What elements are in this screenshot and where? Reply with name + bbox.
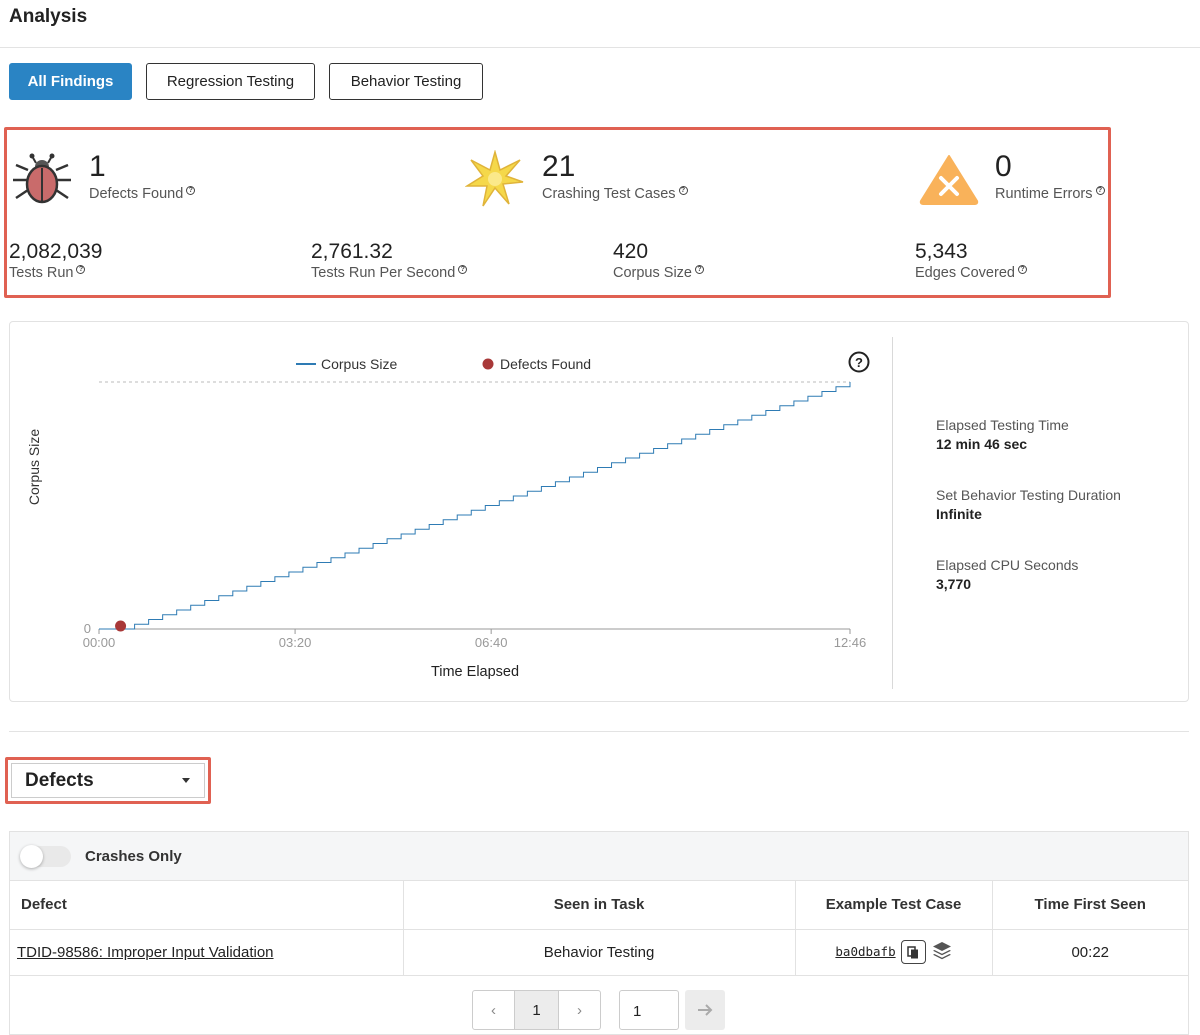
defect-found-point — [115, 620, 127, 632]
go-to-page-button[interactable] — [685, 990, 725, 1030]
behavior-duration-label: Set Behavior Testing Duration — [936, 487, 1121, 503]
stats-summary: 1 Defects Found? 21 Crashing Test Cases?… — [4, 127, 1111, 298]
filter-bar: Crashes Only — [10, 832, 1188, 881]
page-jump-input[interactable]: 1 — [619, 990, 679, 1030]
page-title: Analysis — [9, 6, 88, 27]
help-icon[interactable]: ? — [1095, 186, 1105, 195]
next-page-button[interactable]: › — [558, 990, 601, 1030]
layers-icon[interactable] — [932, 941, 952, 964]
crashes-only-toggle[interactable] — [20, 845, 71, 868]
legend-defects-dot — [482, 358, 494, 370]
elapsed-cpu-seconds-label: Elapsed CPU Seconds — [936, 557, 1079, 573]
findings-tabs: All Findings Regression Testing Behavior… — [9, 63, 497, 100]
behavior-duration-value: Infinite — [936, 506, 982, 522]
elapsed-cpu-seconds-value: 3,770 — [936, 576, 972, 592]
x-tick-label: 12:46 — [834, 635, 867, 650]
tests-run-value: 2,082,039 — [9, 240, 103, 263]
time-first-seen-cell: 00:22 — [992, 929, 1188, 976]
chart-divider — [892, 337, 893, 689]
tab-regression-testing[interactable]: Regression Testing — [146, 63, 315, 100]
corpus-size-label: Corpus Size — [613, 265, 692, 281]
edges-covered-label: Edges Covered — [915, 265, 1015, 281]
corpus-size-chart: Corpus Size Defects Found ? Corpus Size … — [26, 351, 870, 680]
prev-page-button[interactable]: ‹ — [472, 990, 515, 1030]
table-header-row: Defect Seen in Task Example Test Case Ti… — [10, 881, 1188, 930]
chart-help-icon[interactable]: ? — [848, 351, 870, 373]
runtime-errors-count: 0 — [995, 150, 1012, 183]
test-case-hash-link[interactable]: ba0dbafb — [835, 944, 895, 959]
defects-dropdown[interactable]: Defects — [11, 763, 205, 798]
x-axis-label: Time Elapsed — [431, 664, 519, 680]
elapsed-testing-time-value: 12 min 46 sec — [936, 436, 1028, 452]
defects-found-label: Defects Found — [89, 186, 184, 202]
help-icon[interactable]: ? — [76, 265, 86, 274]
help-icon[interactable]: ? — [1017, 265, 1027, 274]
help-icon[interactable]: ? — [458, 265, 468, 274]
section-divider — [9, 731, 1189, 732]
crash-burst-icon — [464, 149, 525, 213]
elapsed-testing-time-label: Elapsed Testing Time — [936, 417, 1069, 433]
tab-behavior-testing[interactable]: Behavior Testing — [329, 63, 483, 100]
defects-found-count: 1 — [89, 150, 106, 183]
seen-in-task-cell: Behavior Testing — [403, 929, 796, 976]
legend-defects-label: Defects Found — [500, 356, 591, 372]
corpus-size-value: 420 — [613, 240, 649, 263]
col-header-example-test-case: Example Test Case — [795, 881, 993, 930]
chart-help-glyph: ? — [855, 355, 863, 370]
runtime-errors-label: Runtime Errors — [995, 186, 1093, 202]
pagination: ‹ 1 › — [472, 990, 601, 1030]
legend-corpus-label: Corpus Size — [321, 356, 397, 372]
tests-run-label: Tests Run — [9, 265, 74, 281]
tests-per-second-value: 2,761.32 — [311, 240, 393, 263]
col-header-seen-in-task: Seen in Task — [403, 881, 796, 930]
help-icon[interactable]: ? — [186, 186, 196, 195]
edges-covered-value: 5,343 — [915, 240, 968, 263]
toggle-knob — [20, 845, 43, 868]
bug-icon — [10, 153, 74, 210]
col-header-defect: Defect — [10, 881, 404, 930]
y-tick-label: 0 — [84, 621, 91, 636]
runtime-error-icon — [918, 153, 980, 210]
help-icon[interactable]: ? — [694, 265, 704, 274]
copy-icon[interactable] — [900, 940, 926, 964]
defects-table-panel: Crashes Only Defect Seen in Task Example… — [9, 831, 1189, 1035]
example-test-case-cell: ba0dbafb — [795, 929, 993, 976]
arrow-right-icon — [698, 1004, 713, 1016]
crashing-test-cases-label: Crashing Test Cases — [542, 186, 676, 202]
tab-all-findings[interactable]: All Findings — [9, 63, 132, 100]
defects-table: Defect Seen in Task Example Test Case Ti… — [10, 881, 1188, 976]
col-header-time-first-seen: Time First Seen — [992, 881, 1188, 930]
defect-link[interactable]: TDID-98586: Improper Input Validation — [10, 929, 404, 976]
x-tick-label: 03:20 — [279, 635, 312, 650]
x-tick-label: 00:00 — [83, 635, 116, 650]
current-page[interactable]: 1 — [515, 990, 558, 1030]
tests-per-second-label: Tests Run Per Second — [311, 265, 456, 281]
corpus-size-series-line — [99, 382, 851, 630]
y-axis-label: Corpus Size — [26, 429, 42, 505]
table-row: TDID-98586: Improper Input Validation Be… — [10, 929, 1188, 976]
corpus-chart-card: Corpus Size Defects Found ? Corpus Size … — [9, 321, 1189, 702]
x-tick-label: 06:40 — [475, 635, 508, 650]
crashes-only-label: Crashes Only — [85, 848, 182, 865]
defects-dropdown-value: Defects — [25, 769, 94, 791]
defects-dropdown-highlight: Defects — [5, 757, 211, 804]
help-icon[interactable]: ? — [678, 186, 688, 195]
crashing-test-cases-count: 21 — [542, 150, 576, 183]
chevron-down-icon — [182, 778, 190, 783]
title-divider — [0, 47, 1200, 48]
